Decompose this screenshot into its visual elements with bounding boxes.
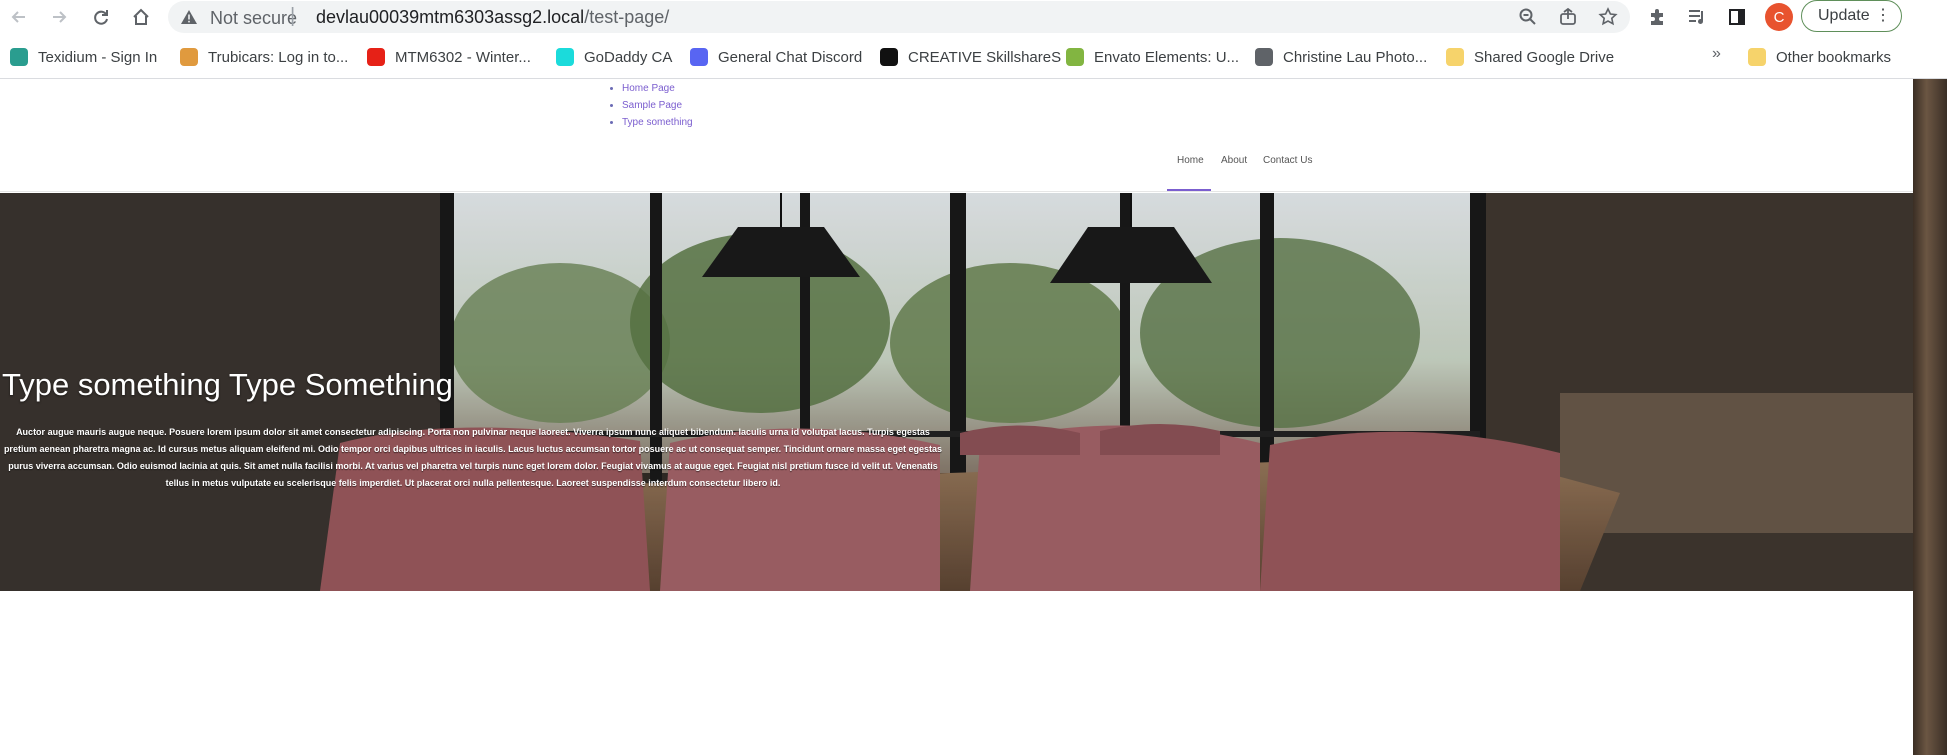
back-icon[interactable]	[6, 4, 32, 30]
bookmark-label: Texidium - Sign In	[38, 48, 158, 66]
page-link-sample[interactable]: Sample Page	[622, 100, 682, 111]
hero-paragraph: Auctor augue mauris augue neque. Posuere…	[3, 427, 943, 488]
page-link-type-something[interactable]: Type something	[622, 117, 693, 128]
bookmark-label: CREATIVE SkillshareS	[908, 48, 1062, 66]
youtube-icon	[367, 48, 385, 66]
texidium-icon	[10, 48, 28, 66]
folder-icon	[1446, 48, 1464, 66]
warning-icon[interactable]	[180, 9, 198, 30]
bookmark-item[interactable]: Texidium - Sign In	[10, 46, 157, 68]
nav-home[interactable]: Home	[1177, 155, 1204, 166]
bookmark-item[interactable]: Christine Lau Photo...	[1255, 46, 1427, 68]
web-page: Home Page Sample Page Type something Hom…	[0, 79, 1913, 755]
bookmarks-bar: Texidium - Sign In Trubicars: Log in to..…	[0, 34, 1947, 79]
bookmarks-overflow-button[interactable]: »	[1712, 45, 1721, 63]
folder-icon	[1748, 48, 1766, 66]
page-list-item: Type something	[622, 114, 693, 131]
bookmark-item[interactable]: Envato Elements: U...	[1066, 46, 1239, 68]
star-icon[interactable]	[1596, 5, 1620, 29]
separator: |	[290, 5, 296, 27]
bookmark-item[interactable]: MTM6302 - Winter...	[367, 46, 531, 68]
extensions-icon[interactable]	[1644, 4, 1670, 30]
bookmark-item[interactable]: Trubicars: Log in to...	[180, 46, 348, 68]
page-list: Home Page Sample Page Type something	[608, 80, 693, 131]
nav-contact-us[interactable]: Contact Us	[1263, 155, 1312, 166]
page-list-item: Sample Page	[622, 97, 693, 114]
bookmark-item[interactable]: CREATIVE SkillshareS	[880, 46, 1061, 68]
nav-about[interactable]: About	[1221, 155, 1247, 166]
bookmark-label: Christine Lau Photo...	[1283, 48, 1428, 66]
bookmark-label: Shared Google Drive	[1474, 48, 1615, 66]
browser-toolbar: Not secure | devlau00039mtm6303assg2.loc…	[0, 0, 1947, 34]
bookmark-label: MTM6302 - Winter...	[395, 48, 531, 66]
bookmark-item[interactable]: GoDaddy CA	[556, 46, 672, 68]
address-bar[interactable]: Not secure | devlau00039mtm6303assg2.loc…	[168, 1, 1630, 33]
page-list-item: Home Page	[622, 80, 693, 97]
header-divider	[0, 191, 1913, 192]
bookmark-label: General Chat Discord	[718, 48, 863, 66]
hero-title: Type something Type Something	[2, 367, 453, 402]
bookmark-item[interactable]: Shared Google Drive	[1446, 46, 1614, 68]
more-vert-icon[interactable]: ⋮	[1875, 5, 1891, 27]
bookmark-label: Envato Elements: U...	[1094, 48, 1240, 66]
page-link-home[interactable]: Home Page	[622, 83, 675, 94]
forward-icon[interactable]	[46, 4, 72, 30]
update-label: Update	[1818, 7, 1870, 24]
zoom-icon[interactable]	[1516, 5, 1540, 29]
trubicars-icon	[180, 48, 198, 66]
other-bookmarks[interactable]: Other bookmarks	[1748, 46, 1891, 68]
background-window-edge	[1913, 79, 1947, 755]
url-host: devlau00039mtm6303assg2.local	[316, 7, 585, 27]
profile-avatar[interactable]: C	[1765, 3, 1793, 31]
hero-banner: Type something Type Something Auctor aug…	[0, 193, 1913, 591]
url-path: /test-page/	[584, 7, 670, 27]
globe-icon	[1255, 48, 1273, 66]
godaddy-icon	[556, 48, 574, 66]
security-label[interactable]: Not secure	[210, 8, 297, 29]
bookmark-label: GoDaddy CA	[584, 48, 673, 66]
discord-icon	[690, 48, 708, 66]
reload-icon[interactable]	[88, 4, 114, 30]
envato-icon	[1066, 48, 1084, 66]
home-icon[interactable]	[128, 4, 154, 30]
share-icon[interactable]	[1556, 5, 1580, 29]
bookmark-item[interactable]: General Chat Discord	[690, 46, 862, 68]
other-bookmarks-label: Other bookmarks	[1776, 48, 1892, 66]
side-panel-icon[interactable]	[1724, 4, 1750, 30]
url-text[interactable]: devlau00039mtm6303assg2.local/test-page/	[316, 7, 669, 28]
bookmark-label: Trubicars: Log in to...	[208, 48, 349, 66]
skillshare-icon	[880, 48, 898, 66]
media-icon[interactable]	[1684, 4, 1710, 30]
update-button[interactable]: Update ⋮	[1801, 0, 1902, 32]
